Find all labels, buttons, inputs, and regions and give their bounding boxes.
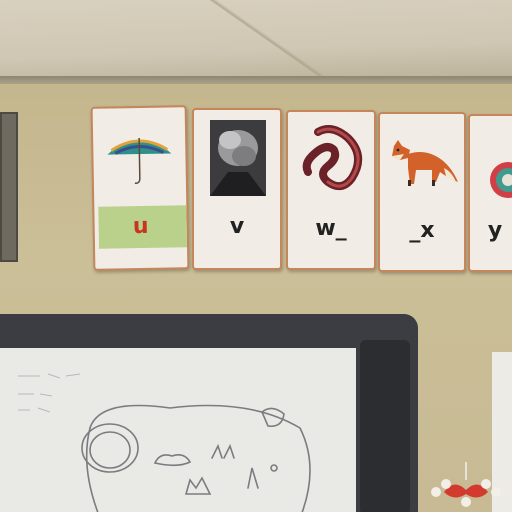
worm-icon [302,125,362,191]
umbrella-icon [107,137,172,184]
ribbon-ornament-icon [431,462,501,507]
alphabet-card-y: y [468,114,512,272]
wall-frame [0,112,18,262]
pencil-map-drawing [18,373,311,512]
alphabet-card-v: v [192,108,282,270]
classroom-scene: u v w_ _x y [0,0,512,512]
card-letter: w_ [315,216,347,241]
alphabet-card-u: u [90,105,190,271]
card-letter: v [229,214,245,239]
yarn-icon [490,162,512,198]
board-side-panel [360,340,410,512]
fox-icon [392,140,458,186]
volcano-photo [210,120,266,196]
alphabet-card-w: w_ [286,110,376,270]
card-letter: _x [409,218,435,243]
card-letter: u [132,213,149,240]
card-letter: y [487,218,503,243]
ceiling-seam [190,0,350,82]
alphabet-card-x: _x [378,112,466,272]
whiteboard-surface [0,348,356,512]
